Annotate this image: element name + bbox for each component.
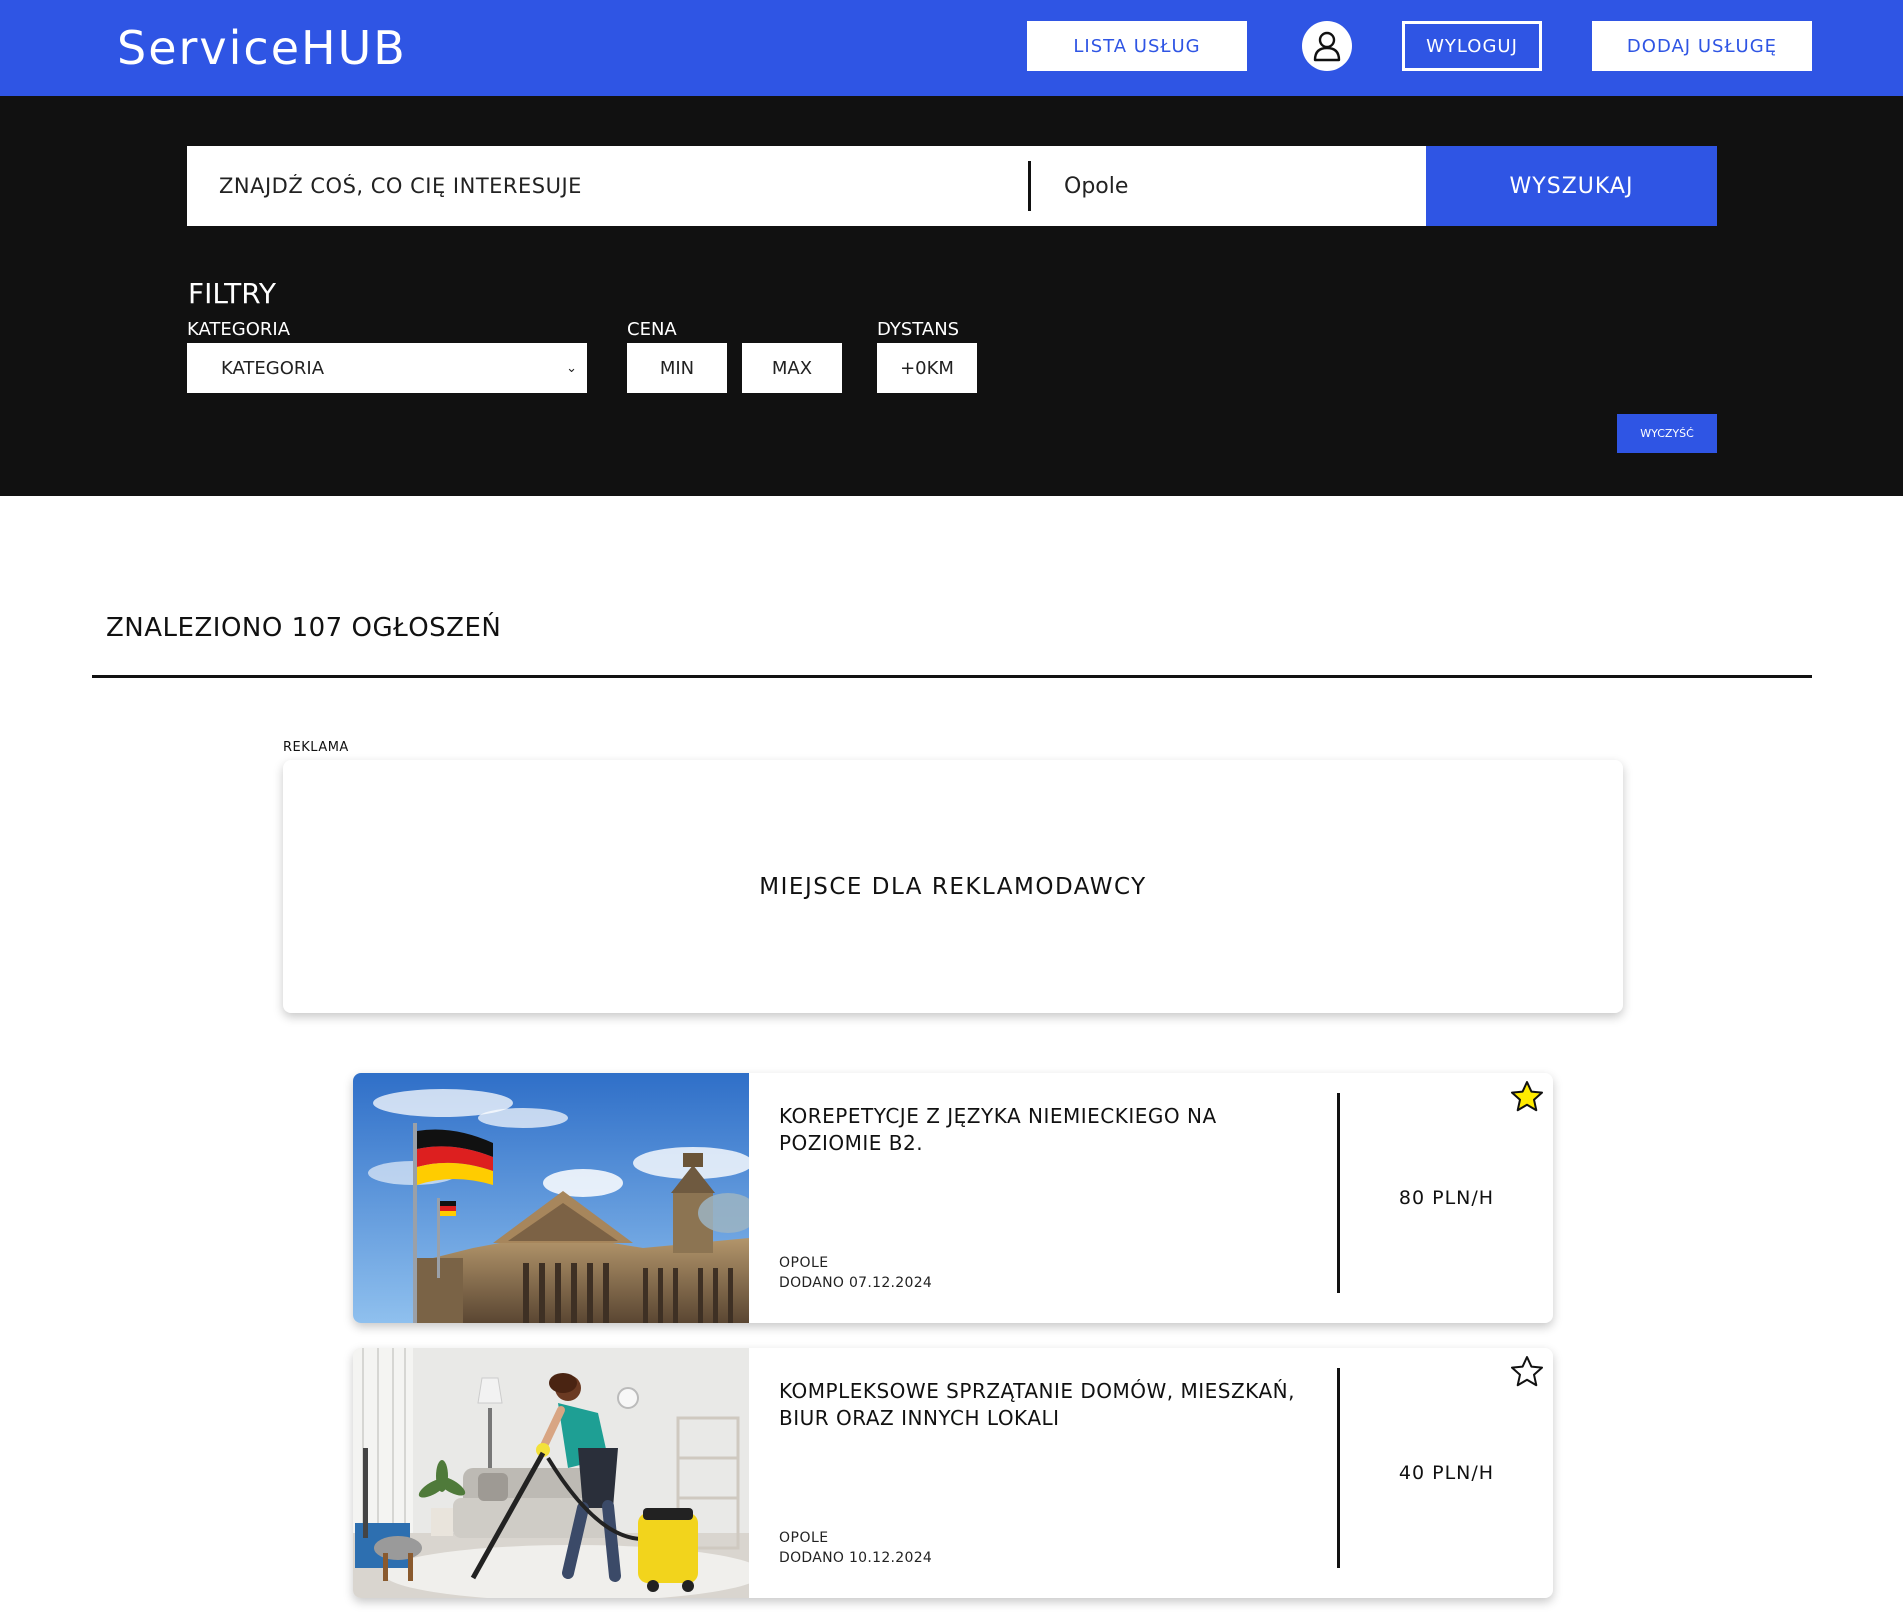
distance-label: DYSTANS — [877, 319, 960, 340]
listing-city: OPOLE — [779, 1530, 829, 1546]
results-divider — [92, 675, 1812, 678]
add-service-button[interactable]: DODAJ USŁUGĘ — [1592, 21, 1812, 71]
ad-label: REKLAMA — [283, 740, 349, 755]
ad-text: MIEJSCE DLA REKLAMODAWCY — [759, 873, 1147, 900]
logo[interactable]: ServiceHUB — [117, 20, 407, 76]
category-label: KATEGORIA — [187, 319, 291, 340]
top-navbar: ServiceHUB LISTA USŁUG WYLOGUJ DODAJ USŁ… — [0, 0, 1903, 96]
search-divider — [1028, 161, 1031, 211]
chevron-down-icon: ⌄ — [566, 360, 577, 376]
results-count: ZNALEZIONO 107 OGŁOSZEŃ — [106, 613, 502, 643]
listing-card[interactable]: KOREPETYCJE Z JĘZYKA NIEMIECKIEGO NA POZ… — [353, 1073, 1553, 1323]
listing-city: OPOLE — [779, 1255, 829, 1271]
category-select[interactable]: KATEGORIA ⌄ — [187, 343, 587, 393]
distance-input[interactable]: +0KM — [877, 343, 977, 393]
listing-image — [353, 1348, 749, 1598]
user-icon-glyph — [1313, 31, 1341, 62]
user-icon[interactable] — [1302, 21, 1352, 71]
search-input[interactable] — [217, 146, 997, 226]
star-filled-icon[interactable] — [1509, 1079, 1545, 1115]
logout-button[interactable]: WYLOGUJ — [1402, 21, 1542, 71]
search-button[interactable]: WYSZUKAJ — [1426, 146, 1717, 226]
star-outline-icon[interactable] — [1509, 1354, 1545, 1390]
listing-date: DODANO 07.12.2024 — [779, 1275, 933, 1291]
category-select-value: KATEGORIA — [221, 357, 325, 379]
listing-card[interactable]: KOMPLEKSOWE SPRZĄTANIE DOMÓW, MIESZKAŃ, … — [353, 1348, 1553, 1598]
price-min-input[interactable]: MIN — [627, 343, 727, 393]
price-max-input[interactable]: MAX — [742, 343, 842, 393]
listing-date: DODANO 10.12.2024 — [779, 1550, 933, 1566]
search-bar: WYSZUKAJ — [187, 146, 1717, 226]
price-label: CENA — [627, 319, 677, 340]
ad-banner[interactable]: MIEJSCE DLA REKLAMODAWCY — [283, 760, 1623, 1013]
listing-title: KOREPETYCJE Z JĘZYKA NIEMIECKIEGO NA POZ… — [779, 1104, 1217, 1155]
listing-title: KOMPLEKSOWE SPRZĄTANIE DOMÓW, MIESZKAŃ, … — [779, 1379, 1295, 1430]
service-list-button[interactable]: LISTA USŁUG — [1027, 21, 1247, 71]
listing-image — [353, 1073, 749, 1323]
clear-filters-button[interactable]: WYCZYŚĆ — [1617, 414, 1717, 453]
location-input[interactable] — [1062, 146, 1392, 226]
filters-title: FILTRY — [188, 277, 276, 310]
